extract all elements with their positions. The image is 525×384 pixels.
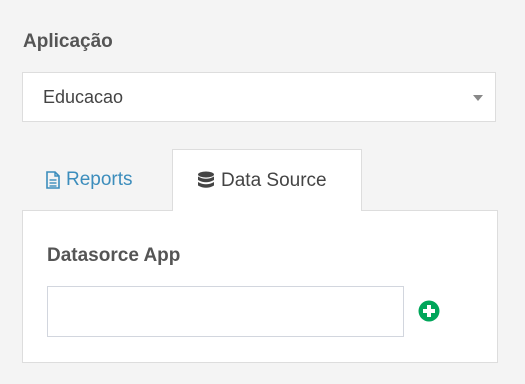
- datasource-app-label: Datasorce App: [47, 245, 181, 266]
- tab-reports-label: Reports: [66, 169, 133, 190]
- tab-data-source[interactable]: Data Source: [172, 149, 362, 211]
- tab-data-source-label: Data Source: [221, 169, 327, 191]
- data-source-panel: Datasorce App: [22, 210, 498, 363]
- application-label: Aplicação: [23, 31, 113, 52]
- plus-circle-icon[interactable]: [418, 300, 440, 322]
- database-icon: [198, 171, 214, 188]
- chevron-down-icon: [473, 95, 483, 101]
- page-root: Aplicação Educacao Reports Data Source D…: [0, 0, 525, 384]
- application-select[interactable]: Educacao: [22, 72, 496, 122]
- datasource-app-input[interactable]: [47, 286, 404, 337]
- application-select-value: Educacao: [43, 87, 124, 107]
- file-text-icon: [46, 171, 60, 189]
- tab-reports[interactable]: Reports: [22, 149, 172, 211]
